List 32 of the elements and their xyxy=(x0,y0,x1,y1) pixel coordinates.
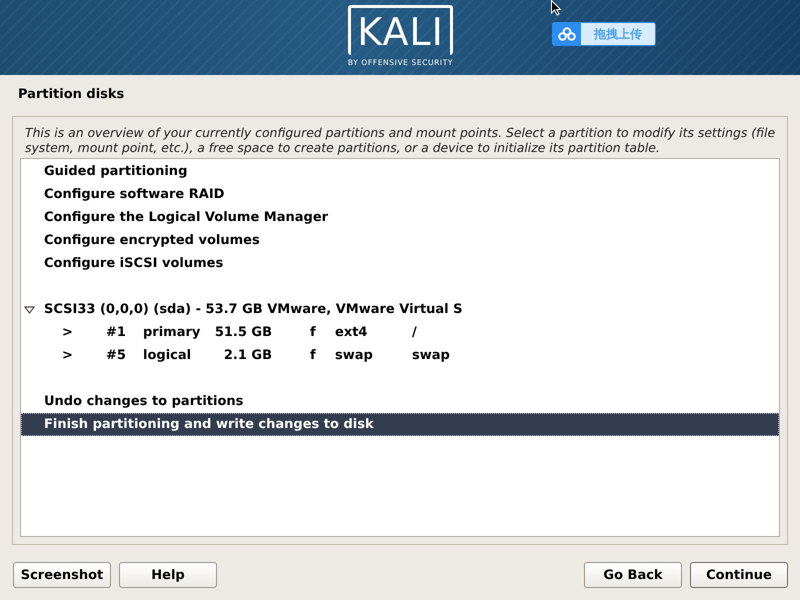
menu-item[interactable]: Guided partitioning xyxy=(21,160,779,183)
filesystem[interactable]: ext4 xyxy=(335,325,412,340)
menu-item[interactable]: Configure encrypted volumes xyxy=(21,229,779,252)
partition-number[interactable]: #1 xyxy=(106,325,143,340)
page-title: Partition disks xyxy=(17,86,126,104)
menu-item[interactable]: Configure software RAID xyxy=(21,183,779,206)
cursor-icon xyxy=(551,0,562,16)
expander-icon[interactable] xyxy=(24,306,35,314)
filesystem[interactable]: swap xyxy=(335,348,412,363)
mount-point[interactable]: swap xyxy=(412,348,450,363)
partition-type[interactable]: primary xyxy=(143,325,205,340)
footer-button[interactable]: Go Back xyxy=(584,562,682,588)
partition-size[interactable]: 51.5 GB xyxy=(205,325,272,340)
menu-item[interactable]: Finish partitioning and write changes to disk xyxy=(21,413,779,436)
footer-button[interactable]: Help xyxy=(119,562,217,588)
menu-item[interactable]: Configure the Logical Volume Manager xyxy=(21,206,779,229)
partition-number[interactable]: #5 xyxy=(106,348,143,363)
menu-item[interactable]: Undo changes to partitions xyxy=(21,390,779,413)
partition-size[interactable]: 2.1 GB xyxy=(205,348,272,363)
footer-button[interactable]: Continue xyxy=(690,562,788,588)
partition-type[interactable]: logical xyxy=(143,348,205,363)
row-marker: > xyxy=(61,325,74,340)
disk-label[interactable]: SCSI33 (0,0,0) (sda) - 53.7 GB VMware, VMware Virtual S xyxy=(44,302,463,317)
description-text: This is an overview of your currently configured partitions and mount points. Select a partition to modify its settings (file system, mount point, etc.), a free space to create partitions, or a device to initialize its partition table. xyxy=(25,125,776,155)
logo: KALI xyxy=(348,5,453,55)
mount-point[interactable]: / xyxy=(412,325,417,340)
cloud-icon xyxy=(558,27,576,41)
format-flag[interactable]: f xyxy=(272,348,335,363)
menu-item[interactable]: Configure iSCSI volumes xyxy=(21,252,779,275)
footer-button[interactable]: Screenshot xyxy=(13,562,111,588)
row-marker: > xyxy=(61,348,74,363)
format-flag[interactable]: f xyxy=(272,325,335,340)
